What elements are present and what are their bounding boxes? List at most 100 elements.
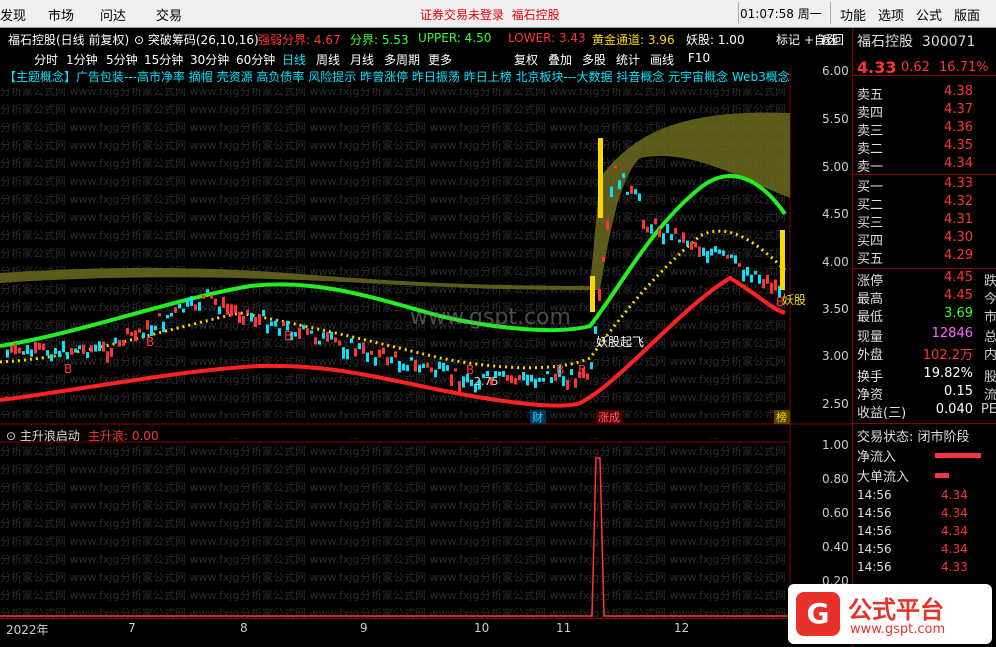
menu-function[interactable]: 功能 — [840, 5, 866, 24]
candle — [726, 254, 729, 259]
candle — [54, 347, 57, 354]
finance-tag[interactable]: 财 — [532, 410, 543, 424]
candle — [470, 379, 473, 387]
candle — [82, 344, 85, 354]
candle — [186, 299, 189, 307]
buy-marker: B — [64, 362, 72, 376]
tab-multi-period[interactable]: 多周期 — [384, 51, 420, 68]
candle — [122, 340, 125, 346]
list-tag[interactable]: 榜 — [776, 410, 787, 424]
candle — [18, 347, 21, 354]
candle — [158, 313, 161, 317]
tick-row: 14:56 4.34 — [857, 488, 968, 502]
menu-wenda[interactable]: 问达 — [100, 5, 126, 24]
candle — [266, 324, 269, 334]
candle — [678, 239, 681, 243]
menu-market[interactable]: 市场 — [48, 5, 74, 24]
candle — [682, 232, 685, 243]
price-tick: 6.00 — [822, 64, 849, 78]
menu-discover[interactable]: 发现 — [0, 5, 26, 24]
price-change-pct: 16.71% — [939, 60, 989, 75]
candle — [38, 342, 41, 350]
login-notice: 证券交易未登录 福石控股 — [420, 8, 560, 22]
candle — [574, 378, 577, 388]
buy-marker: B — [284, 329, 292, 343]
overlay-button[interactable]: 叠加 — [548, 51, 572, 68]
sub-indicator-name[interactable]: ⊙ 主升浪启动 — [6, 427, 80, 444]
tab-5min[interactable]: 5分钟 — [106, 51, 138, 68]
limit-tag[interactable]: 涨成 — [598, 411, 620, 424]
tab-daily[interactable]: 日线 — [282, 51, 306, 68]
candle — [770, 282, 773, 294]
candle — [322, 332, 325, 339]
candle — [378, 349, 381, 358]
menu-options[interactable]: 选项 — [878, 5, 904, 24]
candle — [410, 357, 413, 361]
candle — [698, 246, 701, 258]
adjust-button[interactable]: 复权 — [514, 51, 538, 68]
candle — [330, 331, 333, 340]
menu-trade[interactable]: 交易 — [156, 5, 182, 24]
buy-marker: B — [776, 295, 784, 309]
stat-limit-up: 涨停 4.45 跌 — [857, 270, 996, 289]
candle — [346, 349, 349, 360]
period-tabs: 分时 1分钟 5分钟 15分钟 30分钟 60分钟 日线 周线 月线 多周期 更… — [0, 33, 852, 68]
stat-earnings: 收益(三) 0.040 PE — [857, 402, 996, 421]
stat-turnover: 换手 19.82% 股 — [857, 366, 996, 385]
indicator-name[interactable]: ⊙ 突破筹码(26,10,16) — [134, 31, 259, 48]
candle — [170, 312, 173, 317]
stat-volume: 现量 12846 总 — [857, 326, 996, 345]
big-inflow-label: 大单流入 — [857, 470, 910, 485]
highlight-candle — [590, 276, 595, 312]
candle — [702, 247, 705, 256]
candle — [550, 377, 553, 384]
date-tick: 10 — [474, 621, 490, 635]
stats-button[interactable]: 统计 — [616, 51, 640, 68]
tab-60min[interactable]: 60分钟 — [236, 51, 275, 68]
candle — [306, 328, 309, 335]
upper-value: UPPER: 4.50 — [418, 31, 492, 45]
candle — [34, 342, 37, 354]
candle — [750, 274, 753, 283]
tab-30min[interactable]: 30分钟 — [190, 51, 229, 68]
candle — [246, 309, 249, 314]
candle — [118, 340, 121, 347]
candle — [446, 365, 449, 371]
date-tick: 2022年 — [6, 623, 49, 637]
tab-timeshare[interactable]: 分时 — [34, 51, 58, 68]
candle — [70, 347, 73, 355]
candle — [202, 295, 205, 299]
f10-button[interactable]: F10 — [688, 51, 710, 65]
tab-weekly[interactable]: 周线 — [316, 51, 340, 68]
multi-stock-button[interactable]: 多股 — [582, 51, 606, 68]
candle — [426, 362, 429, 368]
mark-button[interactable]: 标记 — [776, 31, 800, 48]
menu-formula[interactable]: 公式 — [916, 5, 942, 24]
candle — [178, 303, 181, 309]
candle — [86, 352, 89, 358]
tab-15min[interactable]: 15分钟 — [144, 51, 183, 68]
sub-tick: 0.40 — [822, 540, 849, 554]
sub-tick: 0.60 — [822, 506, 849, 520]
candle — [710, 248, 713, 256]
candle — [638, 193, 641, 201]
boundary-value: 分界: 5.53 — [350, 33, 409, 47]
candle — [182, 308, 185, 313]
candle — [250, 312, 253, 322]
candle — [194, 304, 197, 311]
kline-chart[interactable]: 分析家公式网 www.fxjgsw.com www.gspt.com 妖股起飞 … — [0, 28, 852, 618]
candle — [394, 351, 397, 358]
menu-layout[interactable]: 版面 — [954, 5, 980, 24]
candle — [162, 321, 165, 333]
back-button[interactable]: 返回 — [820, 31, 844, 48]
candle — [502, 370, 505, 377]
candle — [58, 350, 61, 358]
candle — [62, 341, 65, 353]
tab-monthly[interactable]: 月线 — [350, 51, 374, 68]
draw-button[interactable]: 画线 — [650, 51, 674, 68]
candle — [302, 324, 305, 330]
tab-1min[interactable]: 1分钟 — [66, 51, 98, 68]
candle — [706, 251, 709, 263]
tab-more[interactable]: 更多 — [428, 51, 452, 68]
candle — [618, 180, 621, 190]
